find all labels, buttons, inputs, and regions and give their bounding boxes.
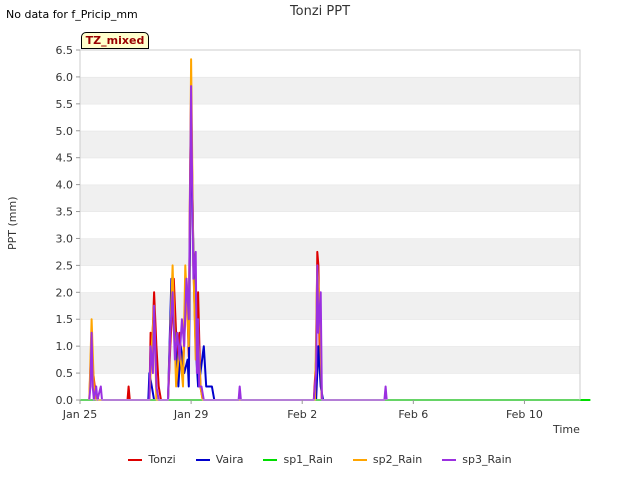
grid-band bbox=[80, 76, 580, 104]
y-tick-label: 5.5 bbox=[56, 98, 74, 111]
legend-label: Vaira bbox=[215, 453, 244, 466]
y-tick-label: 3.5 bbox=[56, 206, 74, 219]
x-tick-label: Jan 25 bbox=[62, 408, 97, 421]
x-tick-label: Jan 29 bbox=[173, 408, 208, 421]
grid-band bbox=[80, 157, 580, 185]
legend-label: Tonzi bbox=[148, 453, 176, 466]
legend-item: Vaira bbox=[195, 453, 244, 466]
y-axis-ticks: 0.0 0.5 1.0 1.5 2.0 2.5 3.0 3.5 4.0 4.5 5.0 5.5 6.0 6… bbox=[56, 44, 80, 407]
y-tick-label: 1.0 bbox=[56, 340, 74, 353]
legend-swatch bbox=[263, 459, 278, 461]
legend-label: sp1_Rain bbox=[283, 453, 333, 466]
legend-swatch bbox=[195, 459, 210, 461]
chart-canvas: 0.0 0.5 1.0 1.5 2.0 2.5 3.0 3.5 4.0 4.5 5.0 5.5 6.0 6… bbox=[56, 44, 591, 421]
y-axis-label: PPT (mm) bbox=[6, 196, 19, 251]
y-tick-label: 2.0 bbox=[56, 286, 74, 299]
chart-title: Tonzi PPT bbox=[289, 4, 351, 19]
y-tick-label: 0.5 bbox=[56, 367, 74, 380]
legend-label: sp3_Rain bbox=[462, 453, 512, 466]
grid-band bbox=[80, 184, 580, 212]
x-axis-label: Time bbox=[553, 423, 580, 436]
legend-swatch bbox=[128, 459, 143, 461]
legend-label: sp2_Rain bbox=[372, 453, 423, 466]
y-tick-label: 4.5 bbox=[56, 152, 74, 165]
legend: Tonzi Vaira sp1_Rain sp2_Rain sp3_Rain bbox=[0, 453, 640, 466]
legend-swatch bbox=[442, 459, 457, 461]
grid-band bbox=[80, 238, 580, 266]
x-tick-label: Feb 10 bbox=[506, 408, 543, 421]
y-tick-label: 6.0 bbox=[56, 71, 74, 84]
legend-item: sp1_Rain bbox=[263, 453, 333, 466]
y-tick-label: 2.5 bbox=[56, 259, 74, 272]
y-tick-label: 6.5 bbox=[56, 44, 74, 57]
y-tick-label: 5.0 bbox=[56, 125, 74, 138]
x-tick-label: Feb 2 bbox=[287, 408, 317, 421]
grid-band bbox=[80, 211, 580, 239]
y-tick-label: 0.0 bbox=[56, 394, 74, 407]
y-tick-label: 1.5 bbox=[56, 313, 74, 326]
grid-band bbox=[80, 130, 580, 158]
x-axis-ticks: Jan 25 Jan 29 Feb 2 Feb 6 Feb 10 bbox=[62, 400, 543, 421]
legend-item: Tonzi bbox=[128, 453, 176, 466]
x-tick-label: Feb 6 bbox=[398, 408, 428, 421]
grid-band bbox=[80, 50, 580, 77]
site-badge: TZ_mixed bbox=[81, 32, 149, 49]
y-tick-label: 3.0 bbox=[56, 232, 74, 245]
legend-item: sp2_Rain bbox=[352, 453, 423, 466]
y-tick-label: 4.0 bbox=[56, 179, 74, 192]
grid-band bbox=[80, 103, 580, 131]
grid-band bbox=[80, 265, 580, 293]
legend-swatch bbox=[352, 459, 367, 461]
legend-item: sp3_Rain bbox=[442, 453, 512, 466]
